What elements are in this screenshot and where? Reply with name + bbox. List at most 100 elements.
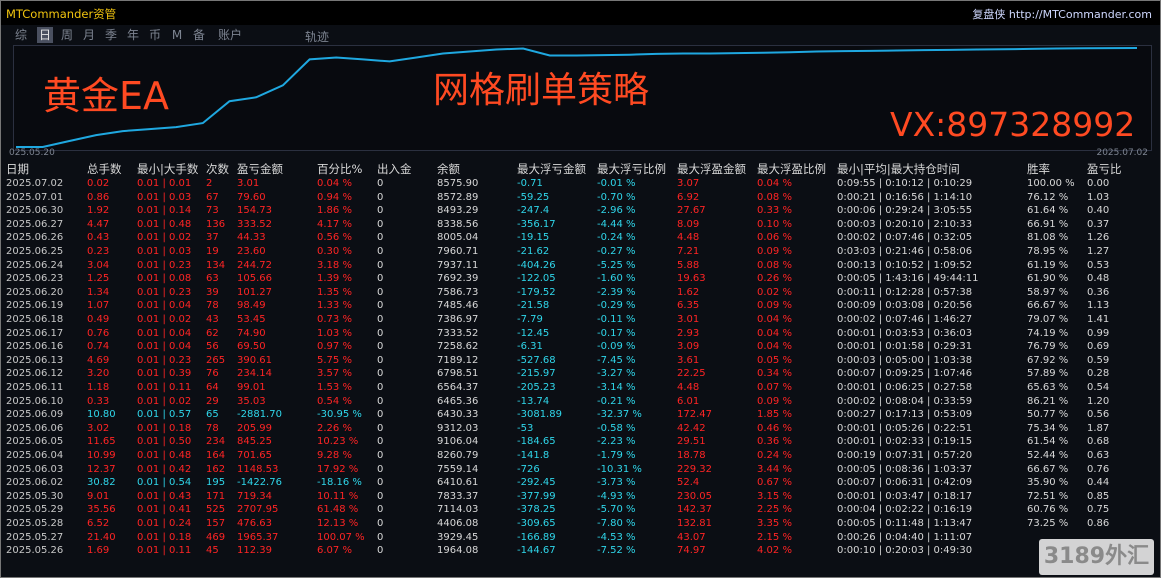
trace-tab[interactable]: 轨迹 — [305, 28, 329, 45]
column-header[interactable]: 最大浮盈比例 — [757, 161, 826, 177]
cell-pnl: 3.01 — [237, 178, 260, 189]
table-row[interactable]: 2025.06.10 0.33 0.01 | 0.02 29 35.03 0.54 % 0 6… — [1, 395, 1160, 409]
table-row[interactable]: 2025.06.03 12.37 0.01 | 0.42 162 1148.53 17.9… — [1, 463, 1160, 477]
table-row[interactable]: 2025.06.20 1.34 0.01 | 0.23 39 101.27 1.35 % 0… — [1, 286, 1160, 300]
period-tab-8[interactable]: 备 — [191, 27, 207, 43]
cell-pnl: 154.73 — [237, 205, 272, 217]
table-row[interactable]: 2025.06.12 3.20 0.01 | 0.39 76 234.14 3.57 % 0… — [1, 367, 1160, 381]
cell-count: 134 — [206, 259, 226, 271]
cell-mfp: 5.88 — [677, 259, 700, 271]
table-row[interactable]: 2025.05.29 35.56 0.01 | 0.41 525 2707.95 61.4… — [1, 503, 1160, 517]
cell-pnl: 44.33 — [237, 232, 266, 244]
cell-flow: 0 — [377, 178, 384, 189]
cell-mfpp: 3.44 % — [757, 463, 792, 475]
table-row[interactable]: 2025.06.18 0.49 0.01 | 0.02 43 53.45 0.73 % 0 7… — [1, 313, 1160, 327]
cell-hold: 0:00:04 | 0:02:22 | 0:16:19 — [837, 504, 973, 516]
column-header[interactable]: 最小|大手数 — [137, 161, 198, 177]
cell-win: 86.21 % — [1027, 395, 1069, 407]
cell-flow: 0 — [377, 436, 384, 448]
cell-date: 2025.06.05 — [6, 436, 64, 448]
period-tab-0[interactable]: 综 — [13, 27, 29, 43]
cell-pct: 1.86 % — [317, 205, 352, 217]
table-row[interactable]: 2025.06.11 1.18 0.01 | 0.11 64 99.01 1.53 % 0 6… — [1, 381, 1160, 395]
table-row[interactable]: 2025.05.30 9.01 0.01 | 0.43 171 719.34 10.11 … — [1, 490, 1160, 504]
cell-minmax: 0.01 | 0.11 — [137, 382, 192, 393]
cell-pnl: 701.65 — [237, 450, 272, 461]
cell-lots: 0.86 — [87, 191, 110, 203]
cell-flow: 0 — [377, 422, 384, 434]
column-header[interactable]: 最大浮盈金额 — [677, 161, 746, 177]
brand-name: 复盘侠 — [972, 8, 1006, 21]
cell-ratio: 0.86 — [1087, 518, 1110, 529]
table-row[interactable]: 2025.06.16 0.74 0.01 | 0.04 56 69.50 0.97 % 0 7… — [1, 340, 1160, 354]
column-header[interactable]: 出入金 — [377, 161, 412, 177]
table-row[interactable]: 2025.07.01 0.86 0.01 | 0.03 67 79.60 0.94 % 0 8… — [1, 191, 1160, 205]
column-header[interactable]: 次数 — [206, 161, 229, 177]
cell-date: 2025.06.06 — [6, 422, 64, 434]
period-tab-2[interactable]: 周 — [59, 27, 75, 43]
period-tab-7[interactable]: M — [169, 27, 185, 43]
cell-pct: 0.94 % — [317, 191, 352, 203]
period-tab-9[interactable]: 账户 — [215, 27, 245, 43]
table-row[interactable]: 2025.05.26 1.69 0.01 | 0.11 45 112.39 6.07 % 0… — [1, 544, 1160, 558]
cell-pnl: 74.90 — [237, 327, 266, 339]
cell-mfp: 22.25 — [677, 368, 706, 380]
table-row[interactable]: 2025.06.04 10.99 0.01 | 0.48 164 701.65 9.28 … — [1, 449, 1160, 463]
period-tab-5[interactable]: 年 — [125, 27, 141, 43]
cell-pct: 0.30 % — [317, 246, 352, 257]
period-tab-4[interactable]: 季 — [103, 27, 119, 43]
table-row[interactable]: 2025.06.27 4.47 0.01 | 0.48 136 333.52 4.17 %… — [1, 218, 1160, 232]
table-row[interactable]: 2025.05.27 21.40 0.01 | 0.18 469 1965.37 100.… — [1, 531, 1160, 545]
cell-balance: 9312.03 — [437, 422, 479, 434]
cell-count: 136 — [206, 218, 226, 230]
column-header[interactable]: 盈亏比 — [1087, 161, 1122, 177]
table-row[interactable]: 2025.06.30 1.92 0.01 | 0.14 73 154.73 1.86 % 0… — [1, 204, 1160, 218]
cell-lots: 3.20 — [87, 368, 110, 380]
cell-mfp: 132.81 — [677, 518, 712, 529]
cell-mdd: -122.05 — [517, 273, 556, 285]
cell-date: 2025.06.16 — [6, 341, 64, 353]
cell-pct: 3.57 % — [317, 368, 352, 380]
overlay-text-strategy: 网格刷单策略 — [433, 70, 650, 111]
cell-mddp: -1.79 % — [597, 450, 636, 461]
table-row[interactable]: 2025.06.23 1.25 0.01 | 0.08 63 105.66 1.39 % 0… — [1, 272, 1160, 286]
cell-minmax: 0.01 | 0.23 — [137, 354, 192, 366]
cell-mfp: 229.32 — [677, 463, 712, 475]
cell-date: 2025.06.17 — [6, 327, 64, 339]
table-row[interactable]: 2025.06.06 3.02 0.01 | 0.18 78 205.99 2.26 % 0… — [1, 422, 1160, 436]
table-row[interactable]: 2025.06.13 4.69 0.01 | 0.23 265 390.61 5.75 %… — [1, 354, 1160, 368]
column-header[interactable]: 胜率 — [1027, 161, 1050, 177]
cell-win: 65.63 % — [1027, 382, 1069, 393]
column-header[interactable]: 总手数 — [87, 161, 122, 177]
cell-flow: 0 — [377, 218, 384, 230]
brand-url[interactable]: http://MTCommander.com — [1009, 8, 1152, 21]
column-header[interactable]: 最大浮亏金额 — [517, 161, 586, 177]
column-header[interactable]: 最大浮亏比例 — [597, 161, 666, 177]
table-row[interactable]: 2025.06.26 0.43 0.01 | 0.02 37 44.33 0.56 % 0 8… — [1, 231, 1160, 245]
column-header[interactable]: 余额 — [437, 161, 460, 177]
table-row[interactable]: 2025.06.17 0.76 0.01 | 0.04 62 74.90 1.03 % 0 7… — [1, 327, 1160, 341]
table-row[interactable]: 2025.06.05 11.65 0.01 | 0.50 234 845.25 10.23… — [1, 435, 1160, 449]
column-header[interactable]: 日期 — [6, 161, 29, 177]
period-tab-6[interactable]: 币 — [147, 27, 163, 43]
cell-lots: 0.76 — [87, 327, 110, 339]
table-row[interactable]: 2025.06.24 3.04 0.01 | 0.23 134 244.72 3.18 %… — [1, 259, 1160, 273]
period-tab-1[interactable]: 日 — [37, 27, 53, 43]
brand[interactable]: 复盘侠 http://MTCommander.com — [972, 6, 1152, 22]
cell-mfp: 3.09 — [677, 341, 700, 353]
table-row[interactable]: 2025.05.28 6.52 0.01 | 0.24 157 476.63 12.13 … — [1, 517, 1160, 531]
cell-pct: 0.56 % — [317, 232, 352, 244]
cell-flow: 0 — [377, 205, 384, 217]
period-tab-3[interactable]: 月 — [81, 27, 97, 43]
column-header[interactable]: 盈亏金额 — [237, 161, 283, 177]
cell-hold: 0:00:11 | 0:12:28 | 0:57:38 — [837, 286, 973, 298]
table-row[interactable]: 2025.06.25 0.23 0.01 | 0.03 19 23.60 0.30 % 0 7… — [1, 245, 1160, 259]
cell-count: 67 — [206, 191, 219, 203]
column-header[interactable]: 最小|平均|最大持仓时间 — [837, 161, 960, 177]
table-row[interactable]: 2025.06.19 1.07 0.01 | 0.04 78 98.49 1.33 % 0 7… — [1, 299, 1160, 313]
table-row[interactable]: 2025.07.02 0.02 0.01 | 0.01 2 3.01 0.04 % 0 857… — [1, 177, 1160, 191]
cell-mfpp: 0.07 % — [757, 382, 792, 393]
table-row[interactable]: 2025.06.09 10.80 0.01 | 0.57 65 -2881.70 -30.… — [1, 408, 1160, 422]
column-header[interactable]: 百分比% — [317, 161, 362, 177]
table-row[interactable]: 2025.06.02 30.82 0.01 | 0.54 195 -1422.76 -18… — [1, 476, 1160, 490]
